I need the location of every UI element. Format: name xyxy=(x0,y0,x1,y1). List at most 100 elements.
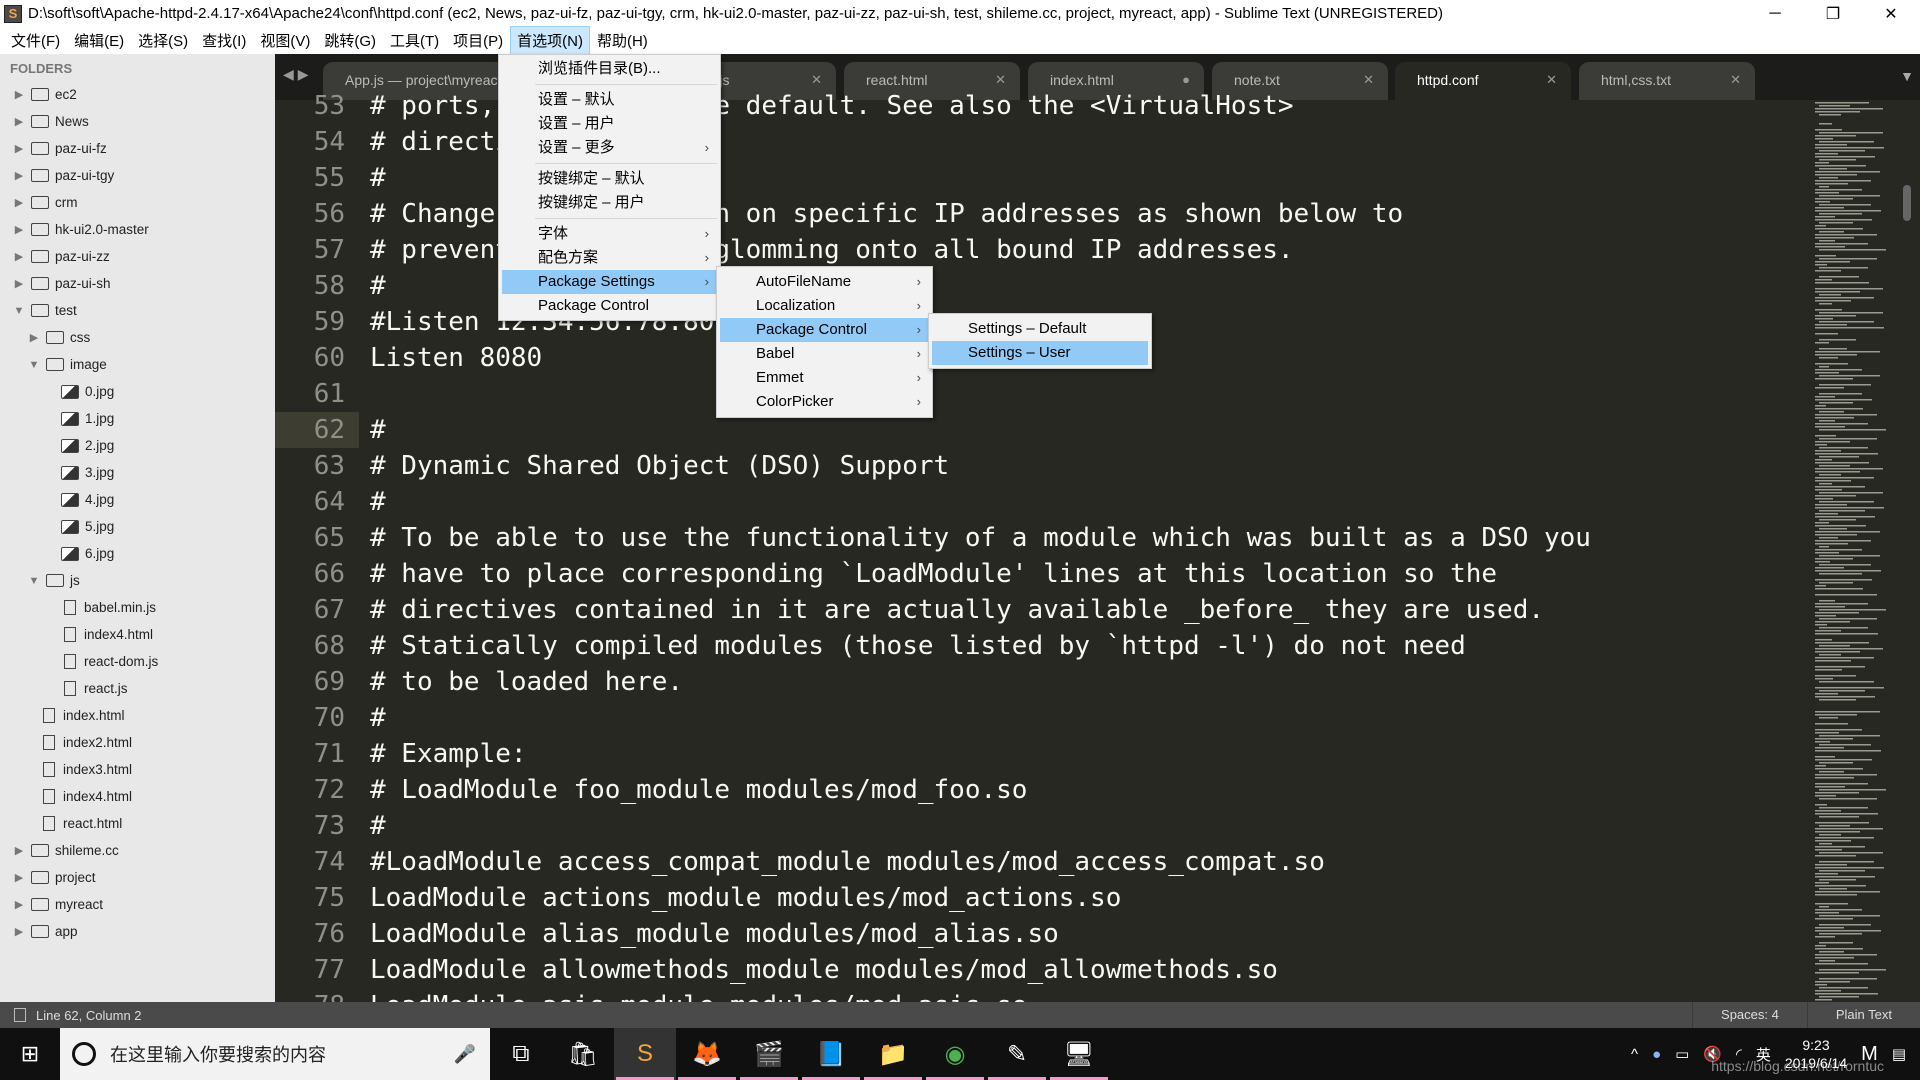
tray-chevron-icon[interactable]: ^ xyxy=(1631,1046,1638,1063)
tree-item[interactable]: babel.min.js xyxy=(0,594,275,621)
tree-item[interactable]: 6.jpg xyxy=(0,540,275,567)
notification-center-icon[interactable]: ▤ xyxy=(1892,1045,1906,1063)
minimap-line xyxy=(1819,969,1886,971)
close-button[interactable]: ✕ xyxy=(1862,4,1920,24)
tree-item[interactable]: ▶ paz-ui-tgy xyxy=(0,162,275,189)
tree-item[interactable]: 3.jpg xyxy=(0,459,275,486)
tree-item[interactable]: ▶ project xyxy=(0,864,275,891)
tree-item[interactable]: ▶ ec2 xyxy=(0,81,275,108)
minimize-button[interactable]: ─ xyxy=(1746,5,1804,23)
panel-toggle-icon[interactable] xyxy=(14,1008,26,1022)
menu-item[interactable]: 字体 › xyxy=(502,222,717,246)
tree-item[interactable]: ▶ News xyxy=(0,108,275,135)
scrollbar[interactable] xyxy=(1903,185,1911,221)
chrome-icon[interactable]: ◉ xyxy=(924,1028,986,1080)
tab-close-icon[interactable]: ✕ xyxy=(1730,72,1741,88)
pen-app-icon[interactable]: ✎ xyxy=(986,1028,1048,1080)
tree-item[interactable]: index.html xyxy=(0,702,275,729)
tree-item[interactable]: 0.jpg xyxy=(0,378,275,405)
menu-8[interactable]: 项目(P) xyxy=(446,26,510,55)
tree-item[interactable]: ▼ js xyxy=(0,567,275,594)
unsaved-dot-icon[interactable]: ● xyxy=(1182,72,1190,87)
firefox-icon[interactable]: 🦊 xyxy=(676,1028,738,1080)
menu-item[interactable]: Emmet › xyxy=(720,366,929,390)
menu-item[interactable]: Localization › xyxy=(720,294,929,318)
tree-item[interactable]: ▶ crm xyxy=(0,189,275,216)
menu-1[interactable]: 文件(F) xyxy=(4,26,67,55)
tree-item[interactable]: index4.html xyxy=(0,621,275,648)
tree-item[interactable]: ▶ hk-ui2.0-master xyxy=(0,216,275,243)
tree-item[interactable]: ▶ shileme.cc xyxy=(0,837,275,864)
battery-icon[interactable]: ▭ xyxy=(1675,1045,1689,1063)
submenu-arrow-icon: › xyxy=(704,226,709,241)
tree-item[interactable]: 4.jpg xyxy=(0,486,275,513)
tree-item[interactable]: react.html xyxy=(0,810,275,837)
menu-item[interactable]: 按键绑定 – 默认 xyxy=(502,167,717,191)
tab-close-icon[interactable]: ✕ xyxy=(995,72,1006,88)
tree-item[interactable]: 5.jpg xyxy=(0,513,275,540)
tree-item[interactable]: react.js xyxy=(0,675,275,702)
menu-item[interactable]: Settings – User xyxy=(932,341,1148,365)
menu-item[interactable]: 设置 – 用户 xyxy=(502,112,717,136)
file-explorer-icon[interactable]: 📁 xyxy=(862,1028,924,1080)
menu-6[interactable]: 跳转(G) xyxy=(317,26,383,55)
menu-item[interactable]: Package Control › xyxy=(720,318,929,342)
menu-item[interactable]: 设置 – 默认 xyxy=(502,88,717,112)
menu-4[interactable]: 查找(I) xyxy=(195,26,253,55)
tree-item[interactable]: ▼ test xyxy=(0,297,275,324)
tree-item[interactable]: ▶ myreact xyxy=(0,891,275,918)
menu-2[interactable]: 编辑(E) xyxy=(67,26,131,55)
menu-item[interactable]: 设置 – 更多 › xyxy=(502,136,717,160)
notepad-icon[interactable]: 📘 xyxy=(800,1028,862,1080)
tree-item[interactable]: ▶ paz-ui-fz xyxy=(0,135,275,162)
taskbar-search[interactable]: 在这里输入你要搜索的内容 🎤 xyxy=(60,1028,490,1080)
tree-item[interactable]: react-dom.js xyxy=(0,648,275,675)
line-number: 57 xyxy=(313,235,345,265)
remote-desktop-icon[interactable]: 🖥 xyxy=(1048,1028,1110,1080)
menu-9[interactable]: 首选项(N) xyxy=(510,26,590,55)
tab-nav-arrows[interactable]: ◀▶ xyxy=(283,66,313,83)
network-globe-icon[interactable]: ● xyxy=(1652,1046,1661,1063)
tree-item[interactable]: ▶ paz-ui-sh xyxy=(0,270,275,297)
minimap[interactable] xyxy=(1815,100,1899,1002)
sublime-text-icon[interactable]: S xyxy=(614,1028,676,1080)
microphone-icon[interactable]: 🎤 xyxy=(454,1044,476,1065)
tree-item[interactable]: ▶ app xyxy=(0,918,275,945)
menu-item[interactable]: Package Settings › xyxy=(502,270,717,294)
menu-item[interactable]: AutoFileName › xyxy=(720,270,929,294)
tree-item[interactable]: index3.html xyxy=(0,756,275,783)
menu-7[interactable]: 工具(T) xyxy=(383,26,446,55)
tab-close-icon[interactable]: ✕ xyxy=(811,72,822,88)
task-view-icon[interactable]: ⧉ xyxy=(490,1028,552,1080)
tab-close-icon[interactable]: ✕ xyxy=(1363,72,1374,88)
tab-close-icon[interactable]: ✕ xyxy=(1546,72,1557,88)
tree-item[interactable]: ▼ image xyxy=(0,351,275,378)
menu-item[interactable]: 按键绑定 – 用户 xyxy=(502,191,717,215)
file-icon xyxy=(43,708,55,723)
tree-item[interactable]: ▶ paz-ui-zz xyxy=(0,243,275,270)
maximize-button[interactable]: ❐ xyxy=(1804,4,1862,24)
menu-item[interactable]: ColorPicker › xyxy=(720,390,929,414)
collapsed-arrow-icon: ▶ xyxy=(14,872,24,884)
menu-item[interactable]: Babel › xyxy=(720,342,929,366)
indentation-selector[interactable]: Spaces: 4 xyxy=(1692,1002,1807,1028)
menu-5[interactable]: 视图(V) xyxy=(253,26,317,55)
menu-item[interactable]: Settings – Default xyxy=(932,317,1148,341)
syntax-selector[interactable]: Plain Text xyxy=(1806,1002,1920,1028)
menu-item[interactable]: 浏览插件目录(B)... xyxy=(502,57,717,81)
minimap-line xyxy=(1815,867,1884,869)
video-editor-icon[interactable]: 🎬 xyxy=(738,1028,800,1080)
tree-item[interactable]: index4.html xyxy=(0,783,275,810)
tree-item[interactable]: 1.jpg xyxy=(0,405,275,432)
minimap-line xyxy=(1815,192,1839,194)
windows-start-icon[interactable]: ⊞ xyxy=(0,1028,60,1080)
tab-list-dropdown-icon[interactable]: ▼ xyxy=(1900,68,1914,84)
menu-10[interactable]: 帮助(H) xyxy=(590,26,655,55)
tree-item[interactable]: index2.html xyxy=(0,729,275,756)
menu-3[interactable]: 选择(S) xyxy=(131,26,195,55)
tree-item[interactable]: 2.jpg xyxy=(0,432,275,459)
menu-item[interactable]: 配色方案 › xyxy=(502,246,717,270)
menu-item[interactable]: Package Control xyxy=(502,294,717,318)
store-icon[interactable]: 🛍 xyxy=(552,1028,614,1080)
tree-item[interactable]: ▶ css xyxy=(0,324,275,351)
